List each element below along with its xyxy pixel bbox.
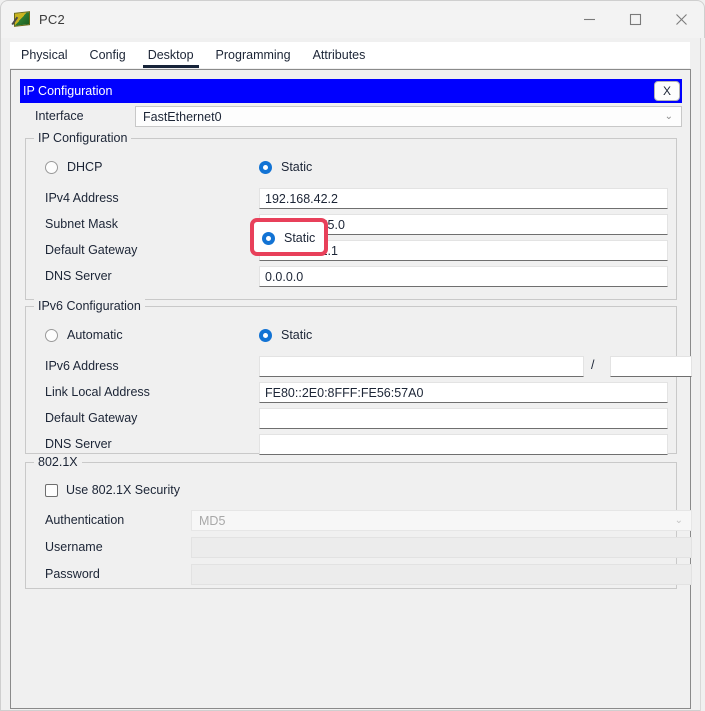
minimize-icon[interactable]	[566, 1, 612, 38]
username-row: Username	[26, 537, 676, 558]
ipv6-default-gateway-label: Default Gateway	[45, 411, 137, 425]
ipv4-default-gateway-label: Default Gateway	[45, 243, 137, 257]
link-local-address-row: Link Local Address FE80::2E0:8FFF:FE56:5…	[26, 382, 676, 403]
dot1x-group-title: 802.1X	[34, 455, 82, 469]
authentication-value: MD5	[199, 514, 225, 528]
window-titlebar: PC2	[0, 0, 705, 38]
ipv4-address-input[interactable]: 192.168.42.2	[259, 188, 668, 209]
window-body: Physical Config Desktop Programming Attr…	[0, 38, 705, 711]
static-option-highlight: Static	[250, 218, 328, 256]
authentication-row: Authentication MD5 ⌄	[26, 510, 676, 531]
desktop-panel: IP Configuration X Interface FastEtherne…	[10, 69, 691, 709]
chevron-down-icon: ⌄	[675, 516, 683, 526]
ipv6-automatic-radio[interactable]: Automatic	[45, 325, 123, 345]
dot1x-security-row: Use 802.1X Security	[26, 481, 676, 499]
ip-configuration-close-button[interactable]: X	[654, 81, 680, 101]
ip-configuration-titlebar: IP Configuration X	[20, 79, 682, 103]
checkbox-unchecked-icon	[45, 484, 58, 497]
interface-select[interactable]: FastEthernet0 ⌄	[135, 106, 682, 127]
ipv4-dhcp-radio[interactable]: DHCP	[45, 157, 102, 177]
dot1x-group: 802.1X Use 802.1X Security Authenticatio…	[25, 462, 677, 589]
ipv4-configuration-group: IP Configuration DHCP Static IPv4 Addres…	[25, 138, 677, 300]
username-input[interactable]	[191, 537, 692, 558]
password-row: Password	[26, 564, 676, 585]
radio-on-icon	[259, 161, 272, 174]
window-title: PC2	[39, 12, 65, 27]
ipv6-address-row: IPv6 Address /	[26, 356, 676, 377]
radio-on-icon	[262, 232, 275, 245]
subnet-mask-label: Subnet Mask	[45, 217, 118, 231]
tab-programming[interactable]: Programming	[205, 42, 302, 68]
ipv6-dns-server-row: DNS Server	[26, 434, 676, 455]
radio-on-icon	[259, 329, 272, 342]
ipv6-prefix-input[interactable]	[610, 356, 692, 377]
username-label: Username	[45, 540, 103, 554]
tab-physical[interactable]: Physical	[10, 42, 79, 68]
ipv6-configuration-group: IPv6 Configuration Automatic Static IPv6…	[25, 306, 677, 454]
static-option-highlighted-content[interactable]: Static	[262, 230, 315, 246]
ipv6-address-label: IPv6 Address	[45, 359, 119, 373]
ipv6-prefix-separator: /	[591, 358, 594, 372]
ipv4-group-title: IP Configuration	[34, 131, 131, 145]
ipv4-static-label-highlighted: Static	[284, 231, 315, 245]
ipv6-default-gateway-row: Default Gateway	[26, 408, 676, 429]
ipv6-mode-row: Automatic Static	[26, 325, 676, 345]
authentication-label: Authentication	[45, 513, 124, 527]
ipv4-dns-server-label: DNS Server	[45, 269, 112, 283]
ipv4-static-label: Static	[281, 160, 312, 174]
password-label: Password	[45, 567, 100, 581]
authentication-select[interactable]: MD5 ⌄	[191, 510, 692, 531]
use-dot1x-security-label: Use 802.1X Security	[66, 483, 180, 497]
ip-configuration-title: IP Configuration	[23, 84, 112, 98]
ipv6-default-gateway-input[interactable]	[259, 408, 668, 429]
chevron-down-icon: ⌄	[665, 112, 673, 122]
radio-off-icon	[45, 329, 58, 342]
ipv4-address-label: IPv4 Address	[45, 191, 119, 205]
ipv6-dns-server-input[interactable]	[259, 434, 668, 455]
ipv4-mode-row: DHCP Static	[26, 157, 676, 177]
ipv4-address-value: 192.168.42.2	[265, 192, 338, 206]
window-right-gutter	[700, 38, 705, 711]
subnet-mask-row: Subnet Mask 255.255.255.0	[26, 214, 676, 235]
radio-off-icon	[45, 161, 58, 174]
ipv6-address-input[interactable]	[259, 356, 584, 377]
ipv4-dhcp-label: DHCP	[67, 160, 102, 174]
ipv6-static-radio[interactable]: Static	[259, 325, 312, 345]
link-local-address-value: FE80::2E0:8FFF:FE56:57A0	[265, 386, 423, 400]
ipv6-dns-server-label: DNS Server	[45, 437, 112, 451]
ipv6-automatic-label: Automatic	[67, 328, 123, 342]
tab-config[interactable]: Config	[79, 42, 137, 68]
password-input[interactable]	[191, 564, 692, 585]
ipv4-static-radio[interactable]: Static	[259, 157, 312, 177]
tab-desktop[interactable]: Desktop	[137, 42, 205, 68]
close-icon[interactable]	[658, 1, 704, 38]
ipv4-dns-server-input[interactable]: 0.0.0.0	[259, 266, 668, 287]
ipv4-dns-server-value: 0.0.0.0	[265, 270, 303, 284]
window-controls	[566, 1, 704, 38]
tab-attributes[interactable]: Attributes	[302, 42, 377, 68]
maximize-icon[interactable]	[612, 1, 658, 38]
pc2-window: PC2 Physical Config Desktop Programming …	[0, 0, 705, 711]
interface-row: Interface FastEthernet0 ⌄	[20, 106, 682, 128]
device-tabs: Physical Config Desktop Programming Attr…	[10, 42, 690, 68]
ipv4-default-gateway-row: Default Gateway 192.168.42.1	[26, 240, 676, 261]
link-local-address-label: Link Local Address	[45, 385, 150, 399]
ipv6-group-title: IPv6 Configuration	[34, 299, 145, 313]
packet-tracer-icon	[12, 11, 30, 29]
interface-label: Interface	[35, 109, 84, 123]
ipv4-address-row: IPv4 Address 192.168.42.2	[26, 188, 676, 209]
interface-value: FastEthernet0	[143, 110, 222, 124]
use-dot1x-security-checkbox[interactable]: Use 802.1X Security	[45, 481, 180, 499]
ipv4-dns-server-row: DNS Server 0.0.0.0	[26, 266, 676, 287]
ipv6-static-label: Static	[281, 328, 312, 342]
link-local-address-input[interactable]: FE80::2E0:8FFF:FE56:57A0	[259, 382, 668, 403]
